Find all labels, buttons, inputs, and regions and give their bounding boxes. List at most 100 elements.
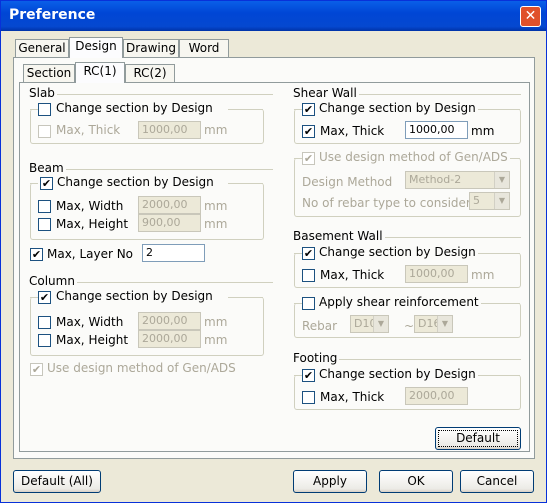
footing-title: Footing xyxy=(291,351,340,365)
rebar-label: Rebar xyxy=(302,319,338,333)
column-height-unit: mm xyxy=(204,333,228,347)
apply-shear-checkbox[interactable] xyxy=(302,297,315,310)
tab-general[interactable]: General xyxy=(15,39,69,58)
column-max-width-input[interactable]: 2000,00 xyxy=(138,312,201,330)
footing-change-label: Change section by Design xyxy=(317,367,478,381)
footing-group-edge xyxy=(294,375,302,376)
tab-word[interactable]: Word xyxy=(179,39,229,58)
rebar-to-select[interactable]: D16 ▼ xyxy=(414,315,453,333)
beam-max-width-checkbox[interactable] xyxy=(38,200,51,213)
subtab-section[interactable]: Section xyxy=(23,64,75,83)
slab-max-thick-checkbox[interactable] xyxy=(38,125,51,138)
footing-group-edge-right xyxy=(476,375,520,376)
footing-max-thick-input[interactable]: 2000,00 xyxy=(405,387,468,405)
slab-unit: mm xyxy=(204,123,228,137)
ok-button[interactable]: OK xyxy=(379,470,453,493)
shear-wall-group-edge xyxy=(294,109,302,110)
max-layer-input[interactable]: 2 xyxy=(142,244,205,262)
beam-group-edge xyxy=(30,183,38,184)
tab-drawing[interactable]: Drawing xyxy=(123,39,179,58)
max-layer-label: Max, Layer No xyxy=(47,247,134,261)
column-max-height-input[interactable]: 2000,00 xyxy=(138,330,201,348)
beam-height-unit: mm xyxy=(204,217,228,231)
rc1-panel: Slab Change section by Design Max, Thick… xyxy=(19,82,530,452)
basement-wall-change-label: Change section by Design xyxy=(317,245,478,259)
design-panel: Section RC(1) RC(2) Slab Change section … xyxy=(13,57,535,459)
shear-wall-title: Shear Wall xyxy=(291,86,359,100)
apply-button[interactable]: Apply xyxy=(293,470,367,493)
slab-title: Slab xyxy=(27,86,57,100)
shear-wall-max-thick-checkbox[interactable]: ✔ xyxy=(302,125,315,138)
slab-change-checkbox[interactable] xyxy=(38,103,51,116)
shear-wall-design-edge xyxy=(294,158,302,159)
cancel-button[interactable]: Cancel xyxy=(460,470,534,493)
shear-reinforcement-edge xyxy=(294,303,302,304)
shear-wall-change-checkbox[interactable]: ✔ xyxy=(302,103,315,116)
basement-wall-unit: mm xyxy=(471,268,495,282)
column-title: Column xyxy=(27,274,77,288)
column-max-width-label: Max, Width xyxy=(56,315,124,329)
beam-width-unit: mm xyxy=(204,199,228,213)
column-max-height-label: Max, Height xyxy=(56,333,129,347)
basement-wall-change-checkbox[interactable]: ✔ xyxy=(302,247,315,260)
column-use-design-checkbox[interactable]: ✔ xyxy=(30,363,43,376)
column-change-label: Change section by Design xyxy=(54,289,215,303)
basement-wall-max-thick-checkbox[interactable] xyxy=(302,269,315,282)
beam-change-checkbox[interactable]: ✔ xyxy=(40,177,53,190)
chevron-down-icon: ▼ xyxy=(494,193,509,209)
chevron-down-icon: ▼ xyxy=(437,316,452,332)
basement-wall-max-thick-label: Max, Thick xyxy=(320,268,385,282)
slab-max-thick-label: Max, Thick xyxy=(56,123,121,137)
slab-change-label: Change section by Design xyxy=(54,101,215,115)
slab-divider xyxy=(30,94,273,95)
default-all-button[interactable]: Default (All) xyxy=(13,470,101,493)
beam-max-width-label: Max, Width xyxy=(56,199,124,213)
shear-wall-use-design-label: Use design method of Gen/ADS xyxy=(317,150,510,164)
subtab-rc1[interactable]: RC(1) xyxy=(75,62,125,83)
title-bar[interactable]: Preference ✕ xyxy=(1,1,546,31)
column-use-design-label: Use design method of Gen/ADS xyxy=(47,361,236,375)
tab-design[interactable]: Design xyxy=(69,37,123,58)
column-max-height-checkbox[interactable] xyxy=(38,334,51,347)
rebar-types-select[interactable]: 5 ▼ xyxy=(469,192,510,210)
footing-change-checkbox[interactable]: ✔ xyxy=(302,369,315,382)
shear-wall-group-edge-right xyxy=(476,109,520,110)
beam-max-height-label: Max, Height xyxy=(56,217,129,231)
beam-divider xyxy=(30,169,273,170)
shear-wall-max-thick-label: Max, Thick xyxy=(320,124,385,138)
basement-wall-max-thick-input[interactable]: 1000,00 xyxy=(405,265,468,283)
beam-max-height-checkbox[interactable] xyxy=(38,218,51,231)
column-group-edge xyxy=(30,297,38,298)
rebar-types-label: No of rebar type to consider xyxy=(302,196,471,210)
chevron-down-icon: ▼ xyxy=(494,172,509,188)
subtab-rc2[interactable]: RC(2) xyxy=(125,64,175,83)
beam-title: Beam xyxy=(27,161,66,175)
apply-shear-label: Apply shear reinforcement xyxy=(317,295,481,309)
close-icon[interactable]: ✕ xyxy=(520,6,541,27)
rebar-types-value: 5 xyxy=(473,194,480,207)
preference-dialog: Preference ✕ General Design Drawing Word… xyxy=(0,0,547,503)
shear-wall-use-design-checkbox[interactable]: ✔ xyxy=(302,152,315,165)
column-width-unit: mm xyxy=(204,315,228,329)
basement-wall-title: Basement Wall xyxy=(291,229,385,243)
shear-wall-max-thick-input[interactable]: 1000,00 xyxy=(405,121,468,139)
slab-group-edge xyxy=(30,109,38,110)
basement-wall-group-edge-right xyxy=(476,253,520,254)
slab-group-edge-right xyxy=(228,109,263,110)
beam-max-width-input[interactable]: 2000,00 xyxy=(138,196,201,214)
footing-max-thick-checkbox[interactable] xyxy=(302,391,315,404)
design-method-value: Method-2 xyxy=(409,173,462,186)
column-max-width-checkbox[interactable] xyxy=(38,316,51,329)
rebar-range-separator: ~ xyxy=(404,319,415,333)
design-method-label: Design Method xyxy=(302,175,393,189)
shear-wall-change-label: Change section by Design xyxy=(317,101,478,115)
chevron-down-icon: ▼ xyxy=(373,316,388,332)
max-layer-checkbox[interactable]: ✔ xyxy=(30,248,43,261)
default-button[interactable]: Default xyxy=(435,427,521,450)
beam-max-height-input[interactable]: 900,00 xyxy=(138,214,201,232)
slab-max-thick-input[interactable]: 1000,00 xyxy=(138,121,201,139)
rebar-from-select[interactable]: D10 ▼ xyxy=(350,315,389,333)
beam-group-edge-right xyxy=(228,183,263,184)
column-change-checkbox[interactable]: ✔ xyxy=(38,291,51,304)
design-method-select[interactable]: Method-2 ▼ xyxy=(405,171,510,189)
